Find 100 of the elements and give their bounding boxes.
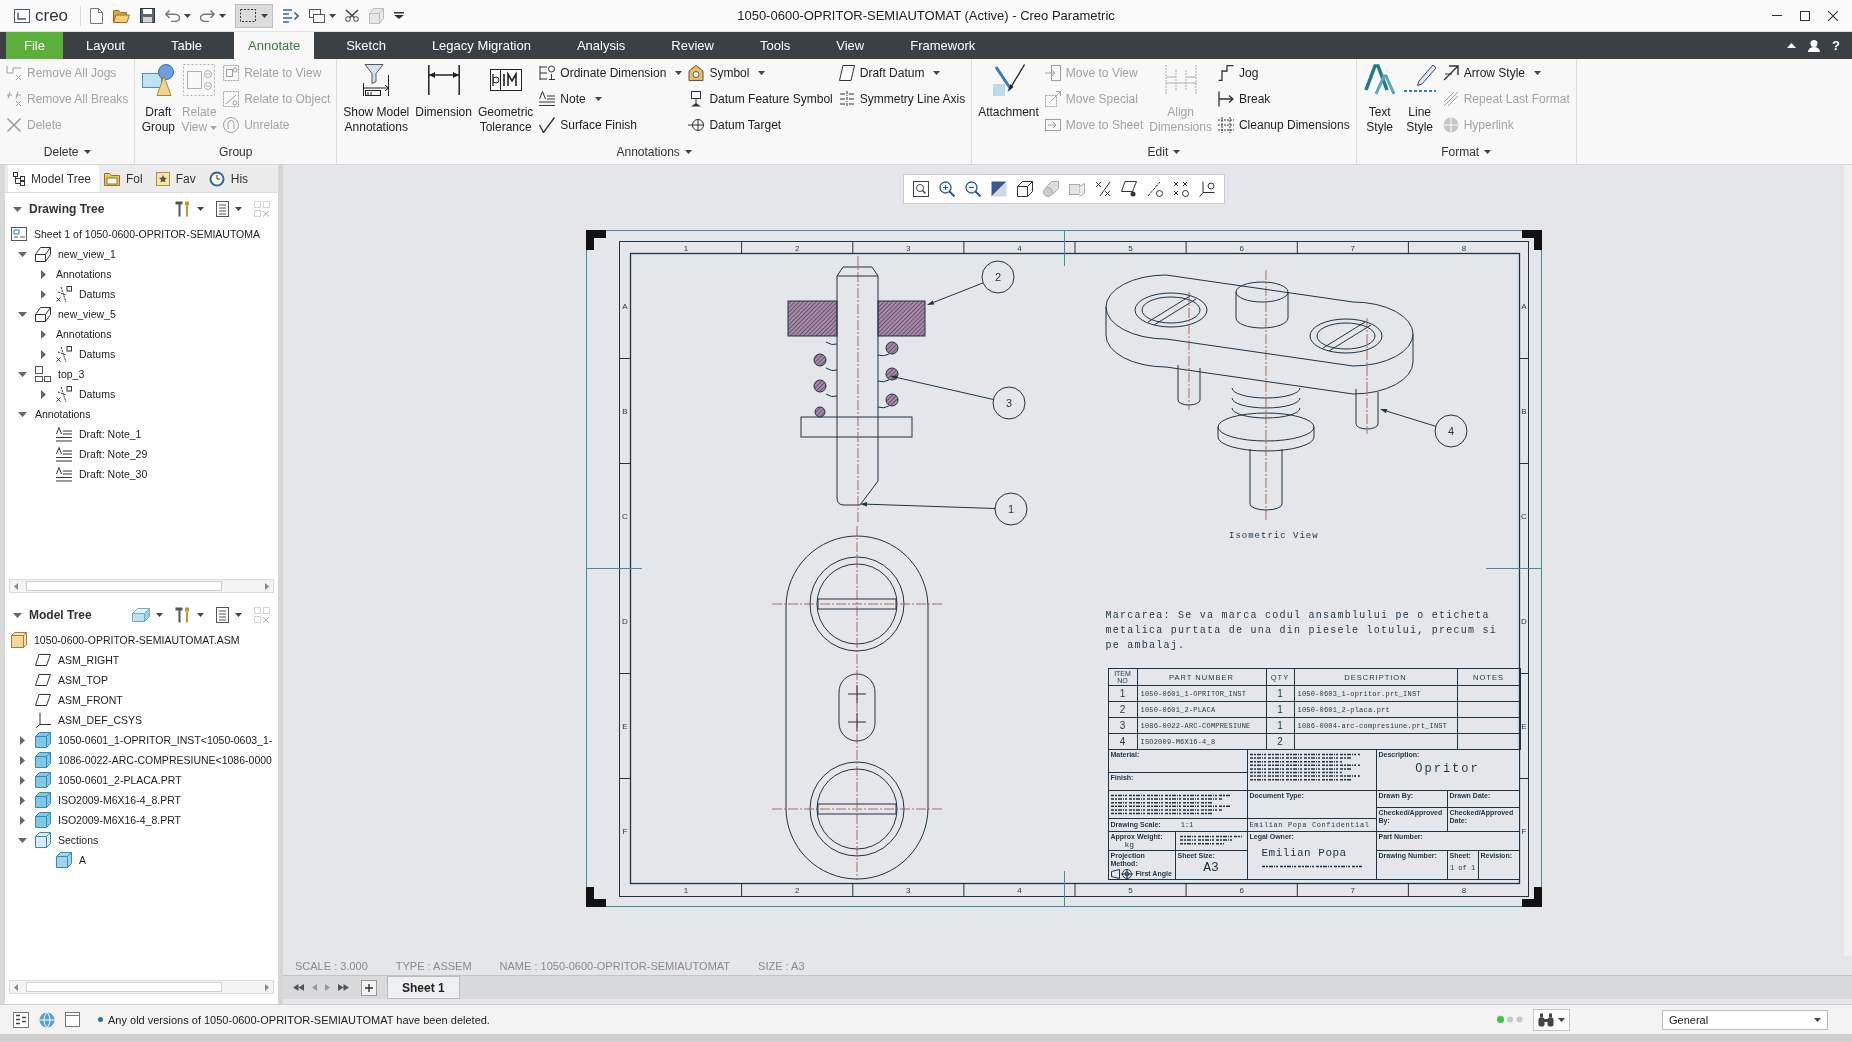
caret-down-icon[interactable] [17,251,27,257]
magnifier-frame-icon[interactable] [912,181,929,197]
ribbon-tab[interactable]: View [822,32,879,59]
tree-item[interactable]: Datums [38,344,116,364]
tree-item[interactable]: ASM_TOP [17,670,108,690]
lines-arrow-icon[interactable] [283,7,300,24]
window-square-icon[interactable] [65,1012,80,1027]
zoom-out-icon[interactable] [964,181,981,197]
parallelogram-dot-icon[interactable] [1120,181,1137,197]
group-menu-button[interactable]: Delete [43,145,91,159]
caret-down-icon[interactable] [13,206,22,212]
customize-caret-icon[interactable] [394,12,405,19]
tree-item[interactable]: ISO2009-M6X16-4_8.PRT [17,790,181,810]
caret-down-icon[interactable] [235,613,242,617]
caret-right-icon[interactable] [40,329,46,339]
axes-circle-icon[interactable] [1198,181,1215,197]
scissors-icon[interactable] [345,9,360,22]
dashed-line-circle-icon[interactable] [1146,181,1163,197]
tree-item[interactable]: 1050-0601_2-PLACA.PRT [17,770,182,790]
scroll-left-icon[interactable] [14,582,18,590]
open-folder-icon[interactable] [113,8,131,23]
tree-item[interactable]: Draft: Note_1 [38,424,142,444]
scroll-right-icon[interactable] [265,983,269,991]
scrollbar-thumb[interactable] [26,581,222,591]
caret-down-icon[interactable] [17,837,27,843]
scrollbar-thumb[interactable] [26,982,222,992]
add-sheet-button[interactable] [361,979,377,996]
new-file-icon[interactable] [90,7,104,24]
user-icon[interactable] [1808,39,1821,52]
caret-right-icon[interactable] [19,755,25,765]
horizontal-scrollbar[interactable] [9,980,274,994]
caret-down-icon[interactable] [184,13,192,18]
selection-button[interactable] [235,3,274,28]
windows-icon[interactable] [309,8,326,23]
ribbon-button[interactable]: Dimension [412,60,475,140]
scroll-right-icon[interactable] [265,582,269,590]
caret-down-icon[interactable] [933,71,941,75]
tree-item[interactable]: Sections [17,830,99,850]
ribbon-tab[interactable]: Analysis [562,32,640,59]
help-button[interactable]: ? [1832,38,1840,53]
zoom-in-icon[interactable] [938,181,955,197]
tree-item[interactable]: new_view_1 [17,244,116,264]
last-sheet-icon[interactable] [338,984,349,991]
ribbon-tab[interactable]: Review [657,32,728,59]
tree-item[interactable]: Annotations [38,324,112,344]
caret-down-icon[interactable] [83,150,91,154]
caret-right-icon[interactable] [40,269,46,279]
caret-down-icon[interactable] [219,13,227,18]
tree-item[interactable]: 1050-0601_1-OPRITOR_INST<1050-0603_1- [17,730,273,750]
ribbon-button[interactable]: Surface Finish [536,112,686,138]
caret-down-icon[interactable] [17,311,27,317]
tree-tool-button[interactable] [175,201,204,217]
close-icon[interactable] [1828,10,1838,21]
tree-item[interactable]: Annotations [38,264,112,284]
ribbon-tab[interactable]: Annotate [234,32,315,59]
tree-tool-button[interactable] [175,607,204,623]
tree-item[interactable]: A [38,850,86,870]
tree-item[interactable]: Draft: Note_30 [38,464,148,484]
ribbon-button[interactable]: Draft Group [138,60,179,140]
caret-down-icon[interactable] [13,612,22,618]
panel-tab[interactable]: His [203,165,257,192]
caret-down-icon[interactable] [197,613,204,617]
caret-right-icon[interactable] [40,349,46,359]
group-menu-button[interactable]: Format [1441,145,1492,159]
ribbon-tab[interactable]: Sketch [332,32,400,59]
ribbon-button[interactable]: Break [1214,86,1353,112]
caret-down-icon[interactable] [261,13,269,18]
find-button[interactable] [1533,1008,1570,1031]
panel-tab[interactable]: Model Tree [8,165,100,192]
tree-item[interactable]: 1050-0600-OPRITOR-SEMIAUTOMAT.ASM [11,630,240,650]
ribbon-button[interactable]: Ordinate Dimension [536,60,686,86]
tree-item[interactable]: ASM_DEF_CSYS [17,710,143,730]
caret-right-icon[interactable] [19,775,25,785]
section-header[interactable]: Drawing Tree [13,202,105,216]
caret-right-icon[interactable] [19,815,25,825]
caret-down-icon[interactable] [235,207,242,211]
caret-down-icon[interactable] [329,13,337,18]
section-header[interactable]: Model Tree [13,608,92,622]
caret-down-icon[interactable] [1558,1017,1565,1022]
group-menu-button[interactable]: Edit [1147,145,1181,159]
maximize-icon[interactable] [1800,10,1810,21]
undo-arrow-icon[interactable] [165,9,181,22]
ribbon-button[interactable]: Note [536,86,686,112]
split-square-icon[interactable] [990,181,1007,197]
group-menu-button[interactable]: Annotations [616,145,692,159]
filter-dropdown[interactable]: General [1662,1009,1828,1030]
ribbon-button[interactable]: Attachment [975,60,1042,140]
ribbon-button[interactable]: Arrow Style [1439,60,1573,86]
tree-item[interactable]: new_view_5 [17,304,116,324]
caret-right-icon[interactable] [19,735,25,745]
ribbon-tab[interactable]: Tools [745,32,805,59]
tree-item[interactable]: ASM_FRONT [17,690,123,710]
tree-tool-button[interactable] [216,607,242,623]
caret-down-icon[interactable] [1173,150,1181,154]
cube-icon[interactable] [1016,181,1033,197]
tree-item[interactable]: Sheet 1 of 1050-0600-OPRITOR-SEMIAUTOMA [11,224,261,244]
caret-right-icon[interactable] [40,389,46,399]
list-panel-icon[interactable] [13,1011,29,1028]
panel-tab[interactable]: Fav [150,165,204,192]
caret-down-icon[interactable] [684,150,692,154]
